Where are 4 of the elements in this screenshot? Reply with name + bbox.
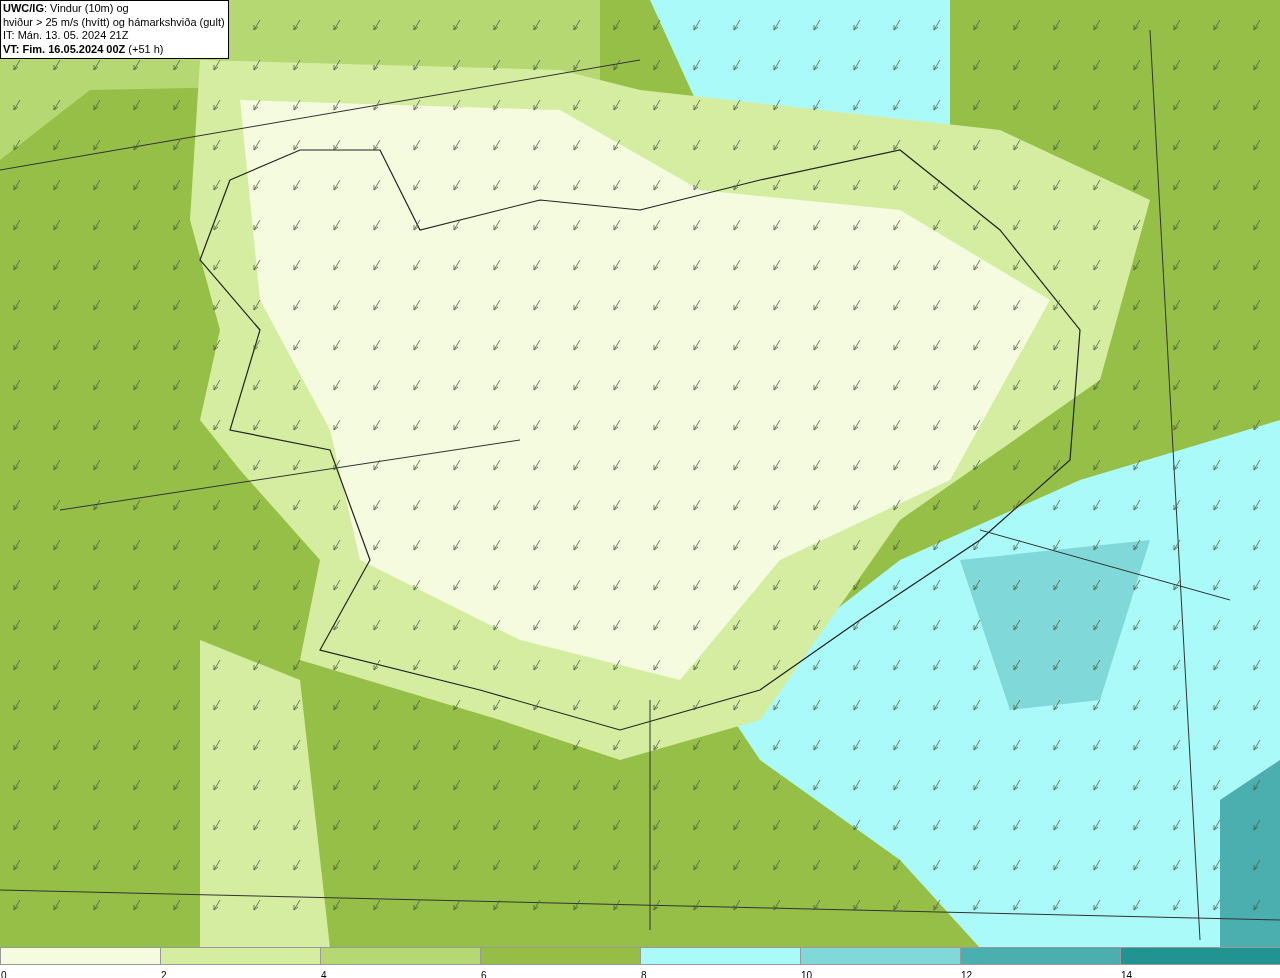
title-line: VT: Fim. 16.05.2024 00Z (+51 h) bbox=[3, 42, 165, 56]
title-line: IT: Mán. 13. 05. 2024 21Z bbox=[3, 29, 130, 43]
title-line: hviður > 25 m/s (hvítt) og hámarkshviða (gult) bbox=[3, 15, 225, 29]
title-line: UWC/IG: Vindur (10m) og bbox=[3, 2, 130, 16]
